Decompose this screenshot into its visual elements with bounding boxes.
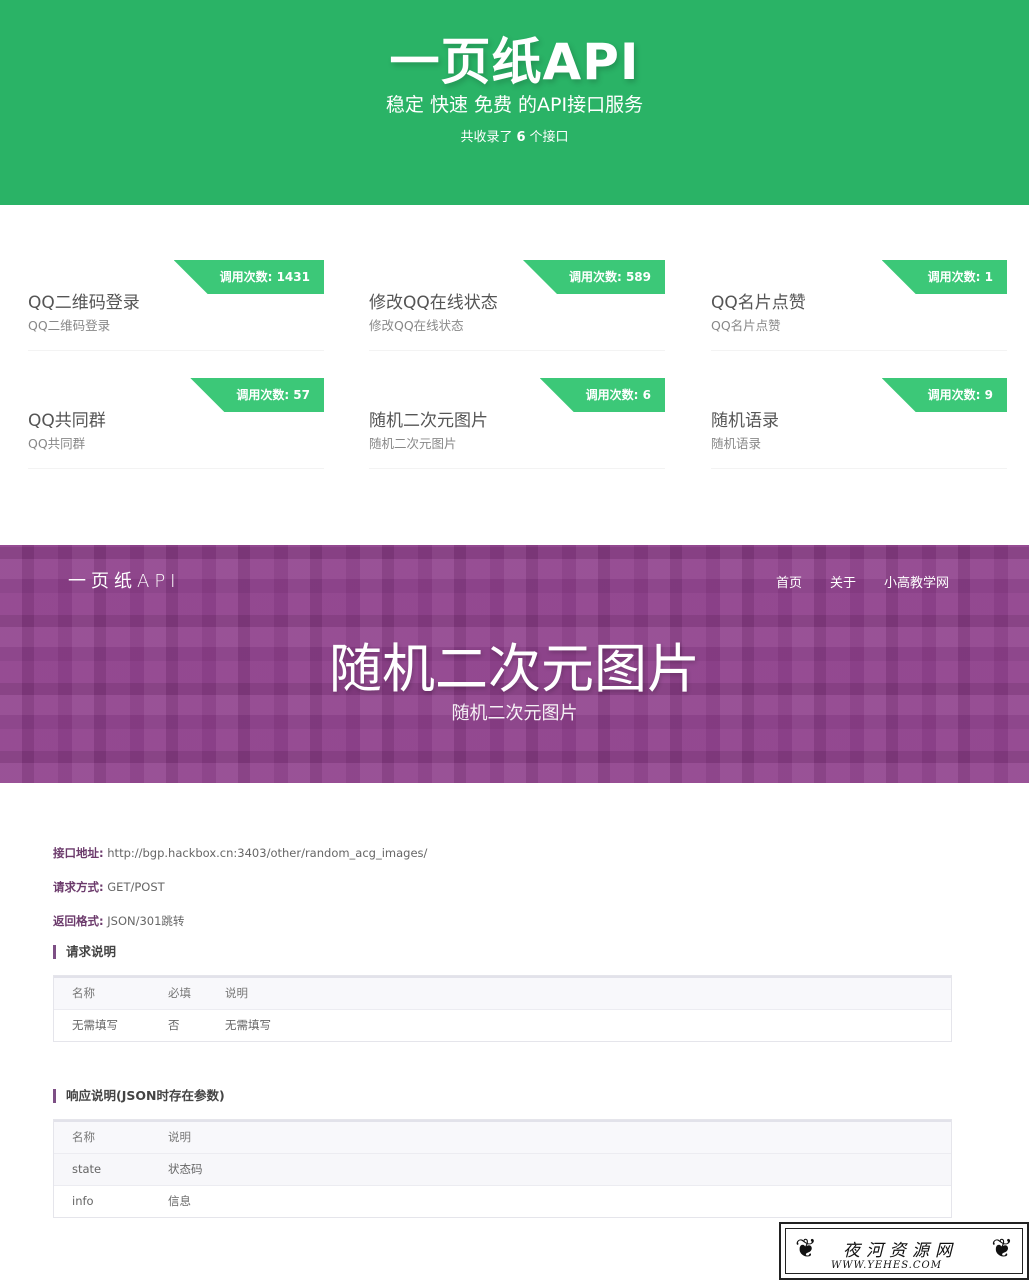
hero-header: 一页纸API 稳定 快速 免费 的API接口服务 共收录了 6 个接口	[0, 0, 1029, 205]
api-detail-subtitle: 随机二次元图片	[451, 703, 578, 724]
table-row: 无需填写 否 无需填写	[54, 1009, 951, 1041]
format-row: 返回格式: JSON/301跳转	[53, 913, 184, 929]
api-card-desc: QQ二维码登录	[28, 318, 111, 333]
api-card-title[interactable]: QQ二维码登录	[28, 288, 140, 313]
api-card-qq-qrcode-login[interactable]: 调用次数: 1431 QQ二维码登录 QQ二维码登录	[28, 260, 324, 351]
table-cell: info	[72, 1194, 94, 1208]
table-cell: 否	[168, 1018, 180, 1032]
request-heading: 请求说明	[53, 945, 116, 959]
nav-about[interactable]: 关于	[830, 572, 856, 591]
watermark-stamp: ❦ ❦ 夜河资源网 WWW.YEHES.COM	[779, 1222, 1029, 1280]
table-cell: 状态码	[168, 1162, 203, 1176]
api-card-title[interactable]: QQ共同群	[28, 406, 106, 431]
table-cell: state	[72, 1162, 102, 1176]
method-row: 请求方式: GET/POST	[53, 879, 165, 895]
table-cell: 信息	[168, 1194, 191, 1208]
watermark-url: WWW.YEHES.COM	[831, 1260, 942, 1271]
request-table: 名称 必填 说明 无需填写 否 无需填写	[53, 975, 952, 1042]
api-card-desc: 修改QQ在线状态	[369, 318, 464, 333]
table-header-row: 名称 说明	[54, 1120, 951, 1153]
table-row: state 状态码	[54, 1153, 951, 1185]
api-card-desc: QQ名片点赞	[711, 318, 781, 333]
api-card-qq-online-status[interactable]: 调用次数: 589 修改QQ在线状态 修改QQ在线状态	[369, 260, 665, 351]
api-card-desc: QQ共同群	[28, 436, 86, 451]
call-count-badge: 调用次数: 1	[881, 260, 1007, 294]
api-card-desc: 随机语录	[711, 436, 762, 451]
table-header-cell: 说明	[225, 986, 248, 1000]
api-count-value: 6	[516, 130, 526, 145]
flourish-left-icon: ❦	[795, 1234, 817, 1264]
call-count-badge: 调用次数: 9	[881, 378, 1007, 412]
api-detail-title: 随机二次元图片	[329, 639, 700, 700]
table-header-cell: 必填	[168, 986, 191, 1000]
method-value: GET/POST	[107, 880, 165, 894]
api-card-grid: 调用次数: 1431 QQ二维码登录 QQ二维码登录 调用次数: 589 修改Q…	[0, 205, 1029, 545]
site-title: 一页纸API	[389, 33, 640, 91]
site-subtitle: 稳定 快速 免费 的API接口服务	[385, 94, 644, 116]
table-cell: 无需填写	[72, 1018, 118, 1032]
call-count-badge: 调用次数: 1431	[173, 260, 324, 294]
api-card-random-quote[interactable]: 调用次数: 9 随机语录 随机语录	[711, 378, 1007, 469]
api-card-title[interactable]: QQ名片点赞	[711, 288, 806, 313]
api-count-prefix: 共收录了	[460, 130, 513, 145]
table-header-cell: 名称	[72, 1130, 95, 1144]
call-count-badge: 调用次数: 57	[190, 378, 324, 412]
api-count-suffix: 个接口	[529, 130, 569, 145]
format-value: JSON/301跳转	[107, 914, 185, 928]
api-detail-banner: 一页纸API 首页 关于 小高教学网 随机二次元图片 随机二次元图片	[0, 545, 1029, 783]
nav-xiaogao[interactable]: 小高教学网	[884, 572, 949, 591]
api-card-random-acg-image[interactable]: 调用次数: 6 随机二次元图片 随机二次元图片	[369, 378, 665, 469]
table-row: info 信息	[54, 1185, 951, 1217]
api-card-desc: 随机二次元图片	[369, 436, 457, 451]
table-header-row: 名称 必填 说明	[54, 976, 951, 1009]
flourish-right-icon: ❦	[991, 1234, 1013, 1264]
call-count-badge: 调用次数: 6	[539, 378, 665, 412]
call-count-badge: 调用次数: 589	[522, 260, 665, 294]
table-cell: 无需填写	[225, 1018, 271, 1032]
table-header-cell: 名称	[72, 986, 95, 1000]
brand-logo[interactable]: 一页纸API	[68, 567, 180, 593]
endpoint-label: 接口地址:	[53, 846, 104, 860]
api-card-title[interactable]: 修改QQ在线状态	[369, 288, 498, 313]
watermark-name: 夜河资源网	[843, 1241, 958, 1261]
endpoint-url[interactable]: http://bgp.hackbox.cn:3403/other/random_…	[107, 846, 427, 860]
api-count: 共收录了 6 个接口	[0, 126, 1029, 145]
response-heading: 响应说明(JSON时存在参数)	[53, 1089, 225, 1103]
api-card-qq-common-groups[interactable]: 调用次数: 57 QQ共同群 QQ共同群	[28, 378, 324, 469]
api-card-title[interactable]: 随机二次元图片	[369, 406, 488, 431]
response-table: 名称 说明 state 状态码 info 信息	[53, 1119, 952, 1218]
top-nav: 首页 关于 小高教学网	[776, 572, 949, 591]
format-label: 返回格式:	[53, 914, 104, 928]
method-label: 请求方式:	[53, 880, 104, 894]
table-header-cell: 说明	[168, 1130, 191, 1144]
nav-home[interactable]: 首页	[776, 572, 802, 591]
api-card-title[interactable]: 随机语录	[711, 406, 779, 431]
api-card-qq-card-like[interactable]: 调用次数: 1 QQ名片点赞 QQ名片点赞	[711, 260, 1007, 351]
endpoint-row: 接口地址: http://bgp.hackbox.cn:3403/other/r…	[53, 845, 427, 861]
